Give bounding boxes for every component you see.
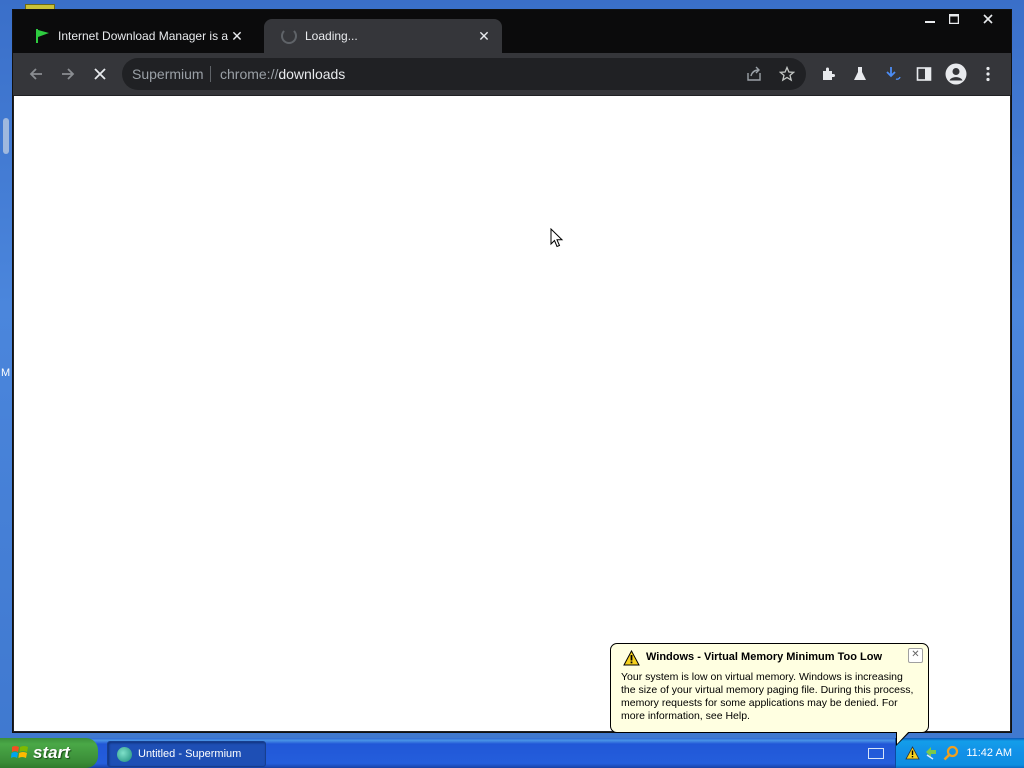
network-icon[interactable] (924, 746, 938, 760)
omnibox-separator (210, 66, 211, 82)
browser-window: Internet Download Manager is a po ✕ Load… (13, 10, 1011, 732)
taskbar-window-title: Untitled - Supermium (138, 748, 242, 760)
forward-button[interactable] (54, 60, 82, 88)
maximize-button[interactable] (939, 10, 969, 28)
start-button[interactable]: start (0, 738, 98, 768)
tab-title: Loading... (305, 29, 358, 43)
side-panel-icon (916, 67, 932, 81)
search-icon[interactable] (943, 745, 959, 761)
share-icon (747, 66, 761, 81)
warning-icon (623, 650, 640, 666)
arrow-left-icon (29, 68, 42, 80)
back-button[interactable] (22, 60, 50, 88)
taskbar: start Untitled - Supermium 11:42 AM (0, 738, 1024, 768)
puzzle-icon (823, 67, 835, 80)
balloon-title: Windows - Virtual Memory Minimum Too Low (646, 651, 882, 663)
tab-close-icon[interactable]: ✕ (229, 28, 245, 45)
menu-button[interactable] (974, 60, 1002, 88)
kebab-menu-icon (986, 66, 990, 82)
avatar-icon (945, 63, 967, 85)
desktop-edge-label: M (1, 367, 11, 379)
balloon-body: Your system is low on virtual memory. Wi… (621, 671, 914, 722)
extensions-button[interactable] (814, 60, 842, 88)
browser-toolbar: Supermium chrome://downloads (13, 53, 1011, 95)
system-tray: 11:42 AM (895, 738, 1024, 768)
clock[interactable]: 11:42 AM (966, 747, 1012, 759)
star-icon (779, 66, 795, 82)
omnibox-site-name: Supermium (132, 66, 204, 82)
stop-loading-button[interactable] (86, 60, 114, 88)
loading-spinner-icon (281, 28, 297, 44)
tab-strip: Internet Download Manager is a po ✕ Load… (13, 10, 1011, 53)
taskbar-window-button[interactable]: Untitled - Supermium (107, 741, 266, 767)
tab-idm[interactable]: Internet Download Manager is a po ✕ (17, 19, 255, 53)
windows-logo-icon (11, 746, 28, 758)
supermium-icon (117, 746, 132, 762)
share-button[interactable] (740, 60, 768, 88)
green-flag-icon (36, 29, 49, 43)
downloads-button[interactable] (879, 60, 907, 88)
tray-warning-icon[interactable] (905, 746, 920, 760)
tab-title: Internet Download Manager is a po (58, 29, 229, 43)
address-bar[interactable]: Supermium chrome://downloads (122, 58, 806, 90)
keyboard-icon[interactable] (868, 748, 884, 759)
start-label: start (33, 743, 70, 762)
balloon-tail-fill (897, 729, 911, 744)
arrow-right-icon (62, 68, 75, 80)
flask-icon (854, 67, 866, 80)
balloon-close-button[interactable]: ✕ (908, 648, 923, 663)
labs-button[interactable] (846, 60, 874, 88)
profile-button[interactable] (942, 60, 970, 88)
page-content (14, 96, 1010, 731)
mouse-cursor-icon (550, 228, 564, 248)
tab-close-icon[interactable]: ✕ (476, 28, 492, 45)
download-icon (886, 67, 901, 80)
close-window-button[interactable] (973, 10, 1003, 28)
close-icon (94, 68, 106, 80)
side-panel-button[interactable] (910, 60, 938, 88)
omnibox-url: chrome://downloads (220, 66, 346, 82)
tab-loading[interactable]: Loading... ✕ (264, 19, 502, 53)
desktop-edge (3, 118, 9, 154)
bookmark-button[interactable] (773, 60, 801, 88)
notification-balloon[interactable]: Windows - Virtual Memory Minimum Too Low… (610, 643, 929, 733)
